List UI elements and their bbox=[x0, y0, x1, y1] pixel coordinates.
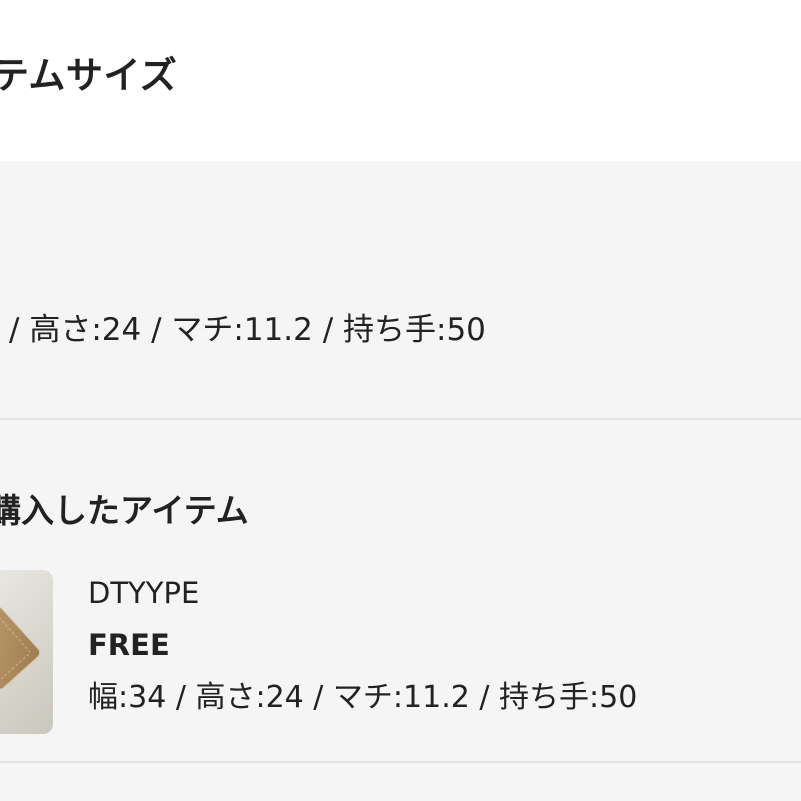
product-dimensions: 幅:34 / 高さ:24 / マチ:11.2 / 持ち手:50 bbox=[88, 680, 638, 715]
section-divider bbox=[0, 761, 801, 763]
purchased-items-title: 購入したアイテム bbox=[0, 491, 249, 530]
product-brand: DTYYPE bbox=[88, 576, 200, 610]
size-info-block: E - / 高さ:24 / マチ:11.2 / 持ち手:50 bbox=[0, 161, 801, 419]
bag-thumbnail-icon bbox=[0, 605, 42, 691]
product-info[interactable]: DTYYPE FREE 幅:34 / 高さ:24 / マチ:11.2 / 持ち手… bbox=[88, 573, 637, 719]
section-divider bbox=[0, 418, 801, 420]
size-dimensions: - / 高さ:24 / マチ:11.2 / 持ち手:50 bbox=[0, 312, 486, 348]
product-size: FREE bbox=[88, 628, 170, 662]
page-title: テムサイズ bbox=[0, 54, 178, 97]
product-thumbnail[interactable] bbox=[0, 570, 53, 734]
item-size-panel: E - / 高さ:24 / マチ:11.2 / 持ち手:50 購入したアイテム … bbox=[0, 161, 801, 801]
